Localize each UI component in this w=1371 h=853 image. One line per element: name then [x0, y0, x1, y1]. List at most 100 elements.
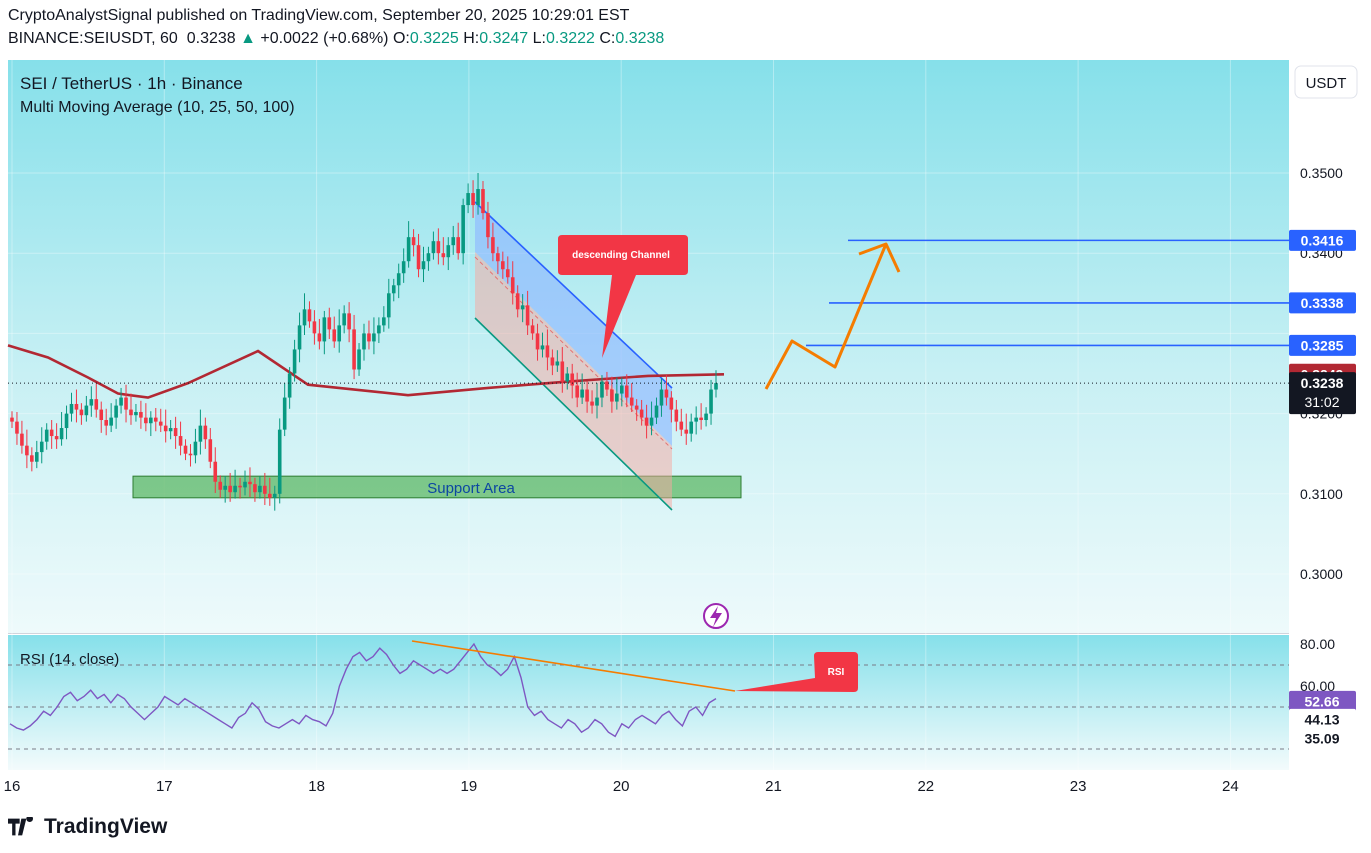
- candle-body: [610, 389, 614, 402]
- candle-body: [540, 345, 545, 350]
- currency-button[interactable]: USDT: [1294, 65, 1358, 99]
- candle-body: [560, 361, 565, 382]
- candle-body: [44, 429, 49, 442]
- candle-body: [228, 485, 232, 493]
- target2-badge: 0.3338: [1289, 292, 1356, 314]
- candle-body: [163, 425, 168, 432]
- candle-body: [243, 481, 247, 488]
- time-tick-label: 19: [461, 778, 478, 795]
- candle-body: [689, 421, 694, 434]
- candle-body: [615, 393, 619, 402]
- candle-body: [505, 269, 510, 278]
- candle-body: [238, 485, 242, 488]
- candle: [277, 418, 282, 504]
- candle-body: [352, 329, 356, 370]
- candle-body: [337, 325, 342, 342]
- candle-body: [451, 237, 456, 246]
- candle-body: [15, 421, 19, 434]
- candle-body: [218, 481, 223, 490]
- candle-body: [317, 333, 322, 342]
- candle-body: [555, 361, 560, 366]
- candle-body: [134, 411, 138, 416]
- time-tick-label: 20: [613, 778, 630, 795]
- candle-body: [714, 383, 718, 390]
- price-tick-label: 0.3100: [1300, 486, 1343, 502]
- candle-body: [10, 417, 14, 422]
- candle-body: [213, 461, 218, 482]
- rsi-value-badge-text: 52.66: [1304, 693, 1339, 709]
- trading-chart: 1617181920212223240.35000.34000.32000.31…: [0, 60, 1371, 803]
- indicator-legend: Multi Moving Average (10, 25, 50, 100): [20, 99, 295, 116]
- countdown-text: 31:02: [1304, 394, 1339, 410]
- time-tick-label: 21: [765, 778, 782, 795]
- symbol-label[interactable]: BINANCE:SEIUSDT, 60: [8, 30, 178, 47]
- candle-body: [659, 389, 664, 406]
- candle-body: [307, 309, 312, 322]
- candle-body: [699, 417, 703, 421]
- candle-body: [674, 409, 679, 422]
- candle-body: [104, 420, 108, 426]
- price-tick-label: 0.3000: [1300, 566, 1343, 582]
- target3-badge: 0.3285: [1289, 334, 1356, 356]
- candle-body: [486, 213, 490, 238]
- rsi-pane-bg: [8, 635, 1289, 770]
- candle-body: [248, 481, 252, 485]
- candle-body: [426, 253, 431, 262]
- candle-body: [684, 429, 689, 434]
- rsi-low-badge-text: 35.09: [1304, 730, 1339, 746]
- candle-body: [208, 439, 213, 462]
- candle-body: [669, 397, 674, 410]
- up-arrow-icon: ▲: [240, 30, 256, 47]
- candle-body: [99, 409, 104, 421]
- candle-body: [377, 325, 381, 334]
- candle-body: [188, 453, 193, 456]
- open-label: O:: [392, 30, 410, 47]
- last-price-badge: 0.3238 31:02: [1289, 372, 1356, 415]
- candle-body: [94, 399, 99, 410]
- candle-body: [406, 237, 411, 262]
- candle-body: [258, 485, 262, 493]
- candle-body: [525, 305, 530, 326]
- candle-body: [530, 325, 535, 334]
- rsi-low-badge: 35.09: [1289, 727, 1356, 749]
- candle-body: [292, 349, 297, 374]
- candle-body: [114, 405, 118, 418]
- candle-body: [600, 381, 604, 398]
- candle-body: [515, 293, 520, 310]
- candle-body: [302, 309, 307, 326]
- candle-body: [64, 413, 69, 429]
- candle-body: [149, 417, 153, 424]
- candle-body: [119, 397, 123, 406]
- candle-body: [386, 293, 391, 318]
- candle-body: [620, 385, 624, 394]
- time-tick-label: 22: [917, 778, 934, 795]
- candle-body: [461, 205, 465, 254]
- target3-badge-text: 0.3285: [1301, 337, 1344, 353]
- high-value: 0.3247: [479, 30, 529, 47]
- candle-body: [456, 237, 460, 254]
- candle-body: [416, 245, 421, 270]
- candle-body: [476, 189, 480, 206]
- candle-body: [34, 452, 39, 462]
- time-axis-bg: [0, 770, 1289, 803]
- last-price: 0.3238: [186, 30, 236, 47]
- target1-badge: 0.3416: [1289, 229, 1356, 251]
- candle-body: [481, 189, 485, 214]
- candle-body: [649, 417, 654, 426]
- footer: [0, 803, 1371, 853]
- tradingview-logo[interactable]: TradingView: [8, 815, 167, 839]
- chart-title: SEI / TetherUS · 1h · Binance: [20, 74, 243, 93]
- candle-body: [396, 273, 401, 286]
- candle-body: [193, 441, 198, 456]
- candle-body: [471, 193, 475, 206]
- time-tick-label: 24: [1222, 778, 1239, 795]
- candle-body: [590, 401, 594, 406]
- candle-body: [69, 403, 74, 414]
- candle-body: [49, 429, 54, 437]
- candle-body: [391, 285, 396, 294]
- candle-body: [585, 389, 589, 402]
- close-label: C:: [599, 30, 616, 47]
- candle-body: [89, 399, 94, 406]
- candle-body: [268, 493, 272, 498]
- candle-body: [694, 417, 698, 422]
